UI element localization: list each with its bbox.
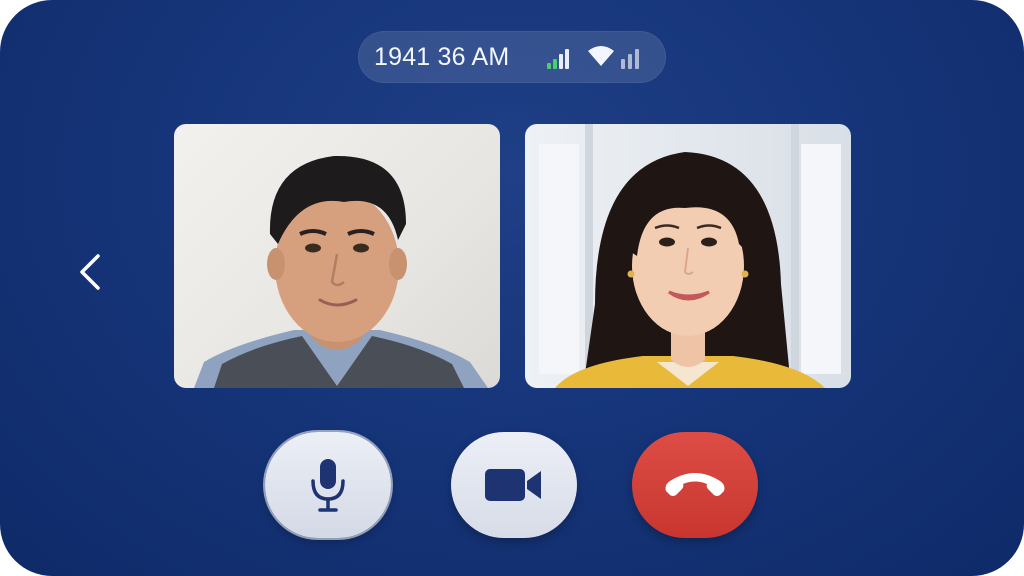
video-camera-icon	[485, 469, 541, 501]
secondary-signal-icon	[621, 45, 641, 69]
microphone-icon	[311, 459, 345, 512]
video-toggle-button[interactable]	[451, 432, 577, 538]
participant-1-video-feed	[194, 155, 488, 388]
end-call-button[interactable]	[632, 432, 758, 538]
phone-hangup-icon	[665, 473, 725, 496]
video-call-screen: 1941 36 AM	[0, 0, 1024, 576]
mute-button[interactable]	[265, 432, 391, 538]
wifi-icon	[588, 46, 614, 66]
participant-video-tile-2[interactable]	[525, 124, 851, 388]
status-bar: 1941 36 AM	[358, 31, 666, 83]
chevron-left-icon[interactable]	[76, 250, 106, 294]
participant-2-video-feed	[539, 124, 841, 388]
cellular-signal-icon	[547, 45, 573, 69]
participant-video-tile-1[interactable]	[174, 124, 500, 388]
clock-time: 1941 36 AM	[374, 43, 510, 71]
